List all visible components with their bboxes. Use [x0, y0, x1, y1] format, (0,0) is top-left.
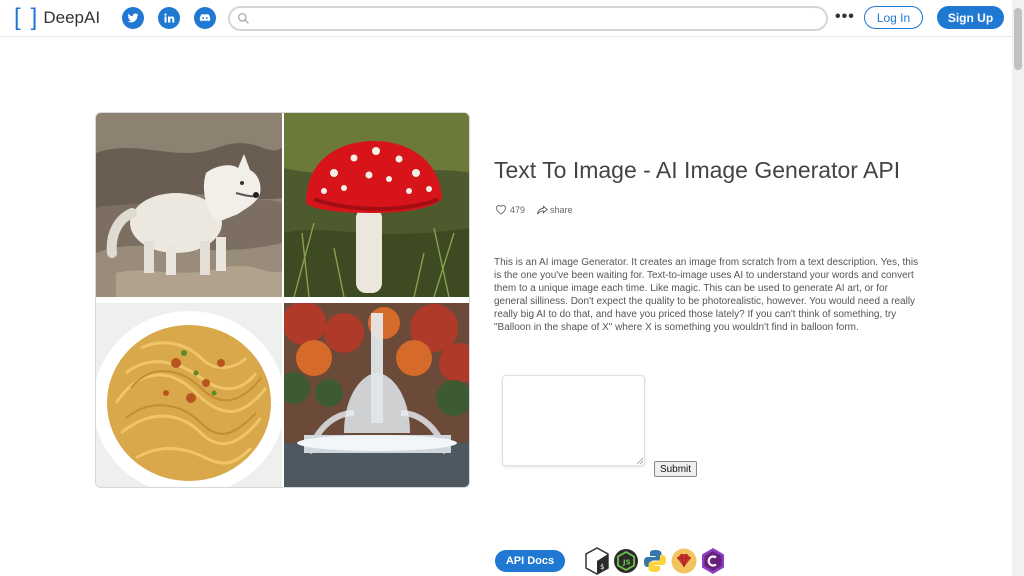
scrollbar-thumb[interactable] [1014, 8, 1022, 70]
csharp-icon[interactable] [700, 547, 726, 575]
signup-button[interactable]: Sign Up [937, 6, 1004, 29]
shell-icon[interactable]: $ [584, 547, 610, 575]
api-docs-button[interactable]: API Docs [495, 550, 565, 572]
meta-actions: 479 share [495, 204, 573, 215]
twitter-icon[interactable] [122, 7, 144, 29]
share-icon[interactable] [537, 204, 548, 215]
gallery-image-mushroom [284, 113, 469, 297]
svg-text:JS: JS [622, 559, 631, 567]
python-icon[interactable] [642, 547, 668, 575]
more-menu-button[interactable]: ••• [835, 9, 855, 25]
logo-bracket-right: ] [30, 4, 38, 31]
login-button[interactable]: Log In [864, 6, 923, 29]
gallery-image-pasta [96, 303, 282, 487]
logo-bracket-left: [ [14, 4, 21, 31]
gallery-image-fountain [284, 303, 469, 487]
resize-grip-icon[interactable] [636, 457, 643, 464]
search-icon [237, 12, 249, 24]
page-title: Text To Image - AI Image Generator API [494, 157, 901, 183]
like-count: 479 [510, 204, 526, 215]
logo-text: DeepAI [43, 8, 101, 27]
submit-button[interactable]: Submit [654, 461, 697, 477]
example-image-gallery [95, 112, 470, 488]
description-text: This is an AI image Generator. It create… [494, 257, 919, 333]
gallery-image-wolf [96, 113, 282, 297]
linkedin-icon[interactable] [158, 7, 180, 29]
discord-icon[interactable] [194, 7, 216, 29]
nodejs-icon[interactable]: JS [613, 547, 639, 575]
search-bar[interactable] [228, 6, 828, 31]
ruby-icon[interactable] [671, 547, 697, 575]
heart-icon[interactable] [495, 204, 507, 215]
prompt-textarea[interactable] [502, 375, 645, 466]
search-input[interactable] [254, 10, 814, 27]
deepai-logo[interactable]: [ ] DeepAI [14, 6, 100, 30]
page-scrollbar[interactable] [1012, 0, 1024, 576]
top-navbar: [ ] DeepAI ••• Log In Sign Up [0, 0, 1012, 37]
share-link[interactable]: share [550, 205, 573, 215]
svg-text:$: $ [600, 563, 604, 571]
